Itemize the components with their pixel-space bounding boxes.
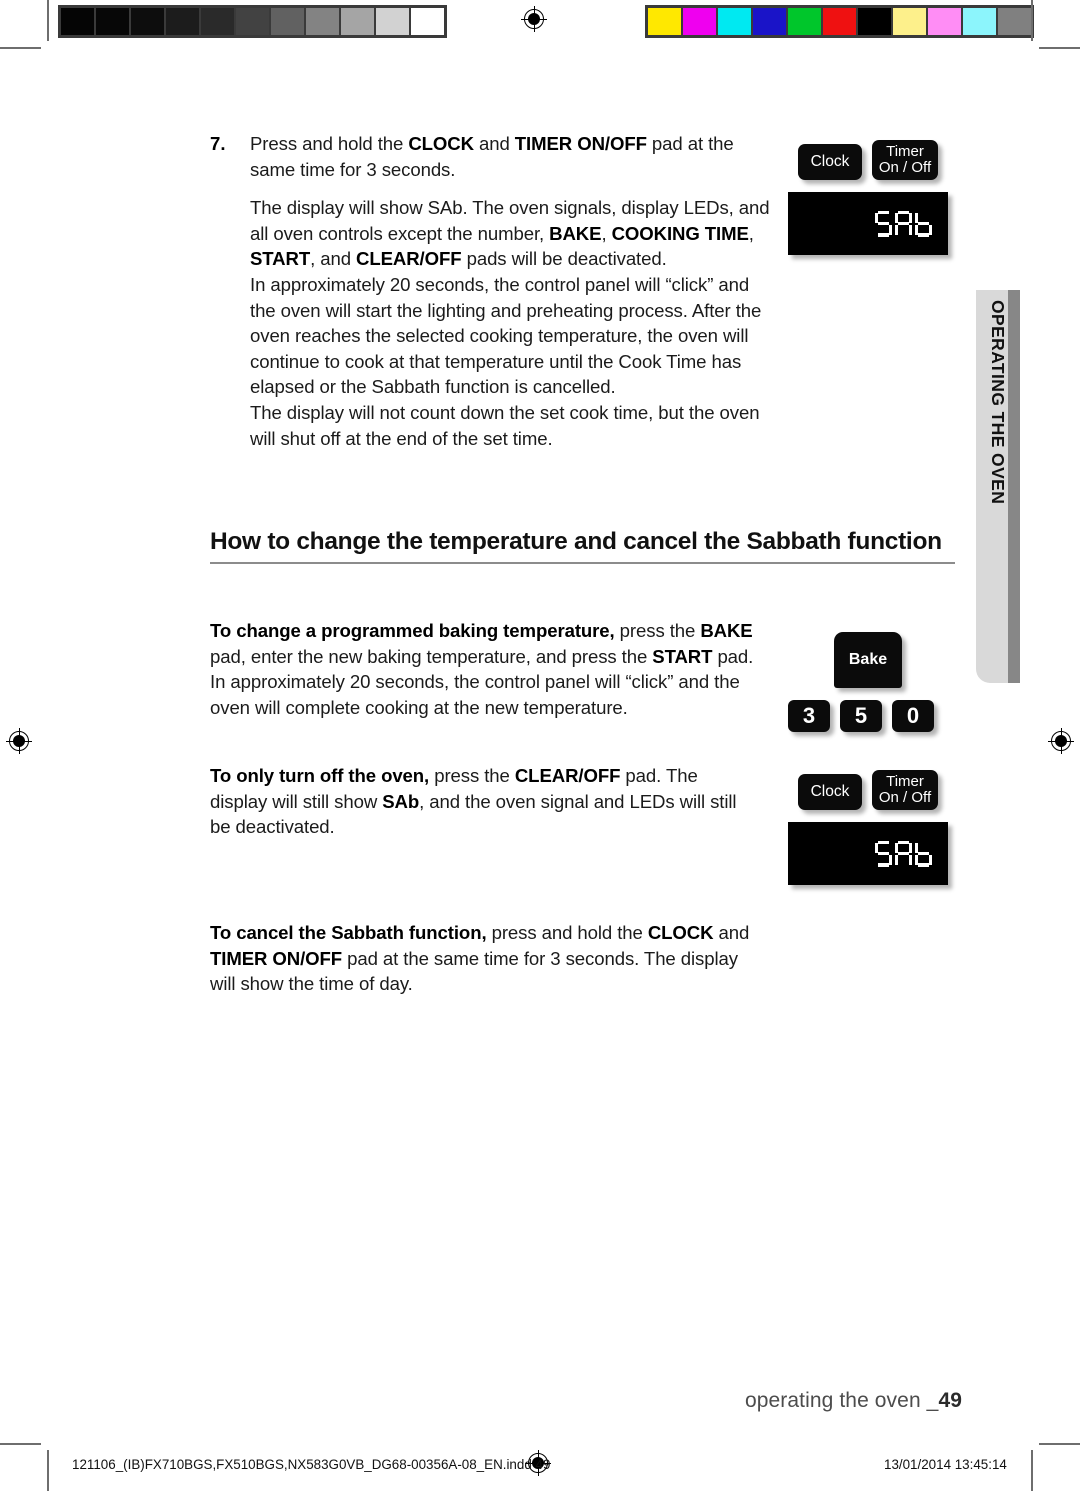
bake-pad[interactable]: Bake	[834, 632, 902, 688]
section-heading: How to change the temperature and cancel…	[210, 526, 955, 565]
section-tab: OPERATING THE OVEN	[976, 290, 1020, 683]
section-tab-label: OPERATING THE OVEN	[988, 300, 1009, 505]
calibration-swatch	[306, 8, 339, 35]
calibration-swatch	[998, 8, 1031, 35]
crop-mark	[1031, 1450, 1033, 1491]
crop-mark	[0, 1443, 41, 1445]
step-paragraph: The display will not count down the set …	[250, 401, 760, 449]
crop-mark	[1039, 1443, 1080, 1445]
registration-mark-icon	[521, 6, 547, 32]
calibration-swatch	[376, 8, 409, 35]
crop-mark	[47, 0, 49, 41]
illustration-bake-numbers: Bake 3 5 0	[788, 632, 963, 742]
registration-mark-icon	[1048, 728, 1074, 754]
calibration-swatch	[166, 8, 199, 35]
timer-on-off-pad[interactable]: Timer On / Off	[872, 770, 938, 810]
number-pad-5[interactable]: 5	[840, 700, 882, 732]
step-paragraph: Press and hold the CLOCK and TIMER ON/OF…	[250, 133, 734, 180]
calibration-swatch	[131, 8, 164, 35]
timer-pad-line-1: Timer	[886, 772, 924, 790]
crop-mark	[1039, 47, 1080, 49]
number-pad-3[interactable]: 3	[788, 700, 830, 732]
seven-segment-digit	[915, 841, 932, 867]
crop-mark	[1031, 0, 1033, 41]
numbered-step-7: 7. Press and hold the CLOCK and TIMER ON…	[210, 131, 770, 451]
calibration-swatch	[236, 8, 269, 35]
crop-mark	[0, 47, 41, 49]
calibration-swatch	[788, 8, 821, 35]
timer-pad-line-1: Timer	[886, 142, 924, 160]
seven-segment-digit	[875, 210, 892, 237]
oven-display-panel	[788, 192, 948, 255]
heading-divider	[210, 562, 955, 565]
print-timestamp: 13/01/2014 13:45:14	[884, 1457, 1007, 1472]
seven-segment-readout	[875, 210, 932, 237]
seven-segment-readout	[875, 840, 932, 867]
page-number: 49	[938, 1389, 962, 1412]
clock-pad[interactable]: Clock	[798, 774, 862, 810]
calibration-swatch	[683, 8, 716, 35]
page-title: How to change the temperature and cancel…	[210, 528, 942, 555]
illustration-clock-timer-display-2: Clock Timer On / Off	[788, 770, 963, 894]
step-number: 7.	[210, 133, 226, 154]
calibration-swatch	[61, 8, 94, 35]
timer-on-off-pad[interactable]: Timer On / Off	[872, 140, 938, 180]
clock-pad[interactable]: Clock	[798, 144, 862, 180]
timer-pad-line-2: On / Off	[878, 159, 932, 176]
step-paragraph: In approximately 20 seconds, the control…	[250, 273, 762, 398]
page-footer: operating the oven _49	[745, 1389, 962, 1413]
timer-pad-line-2: On / Off	[878, 789, 932, 806]
paragraph-change-temperature: To change a programmed baking temperatur…	[210, 620, 754, 718]
calibration-swatch	[648, 8, 681, 35]
seven-segment-digit	[895, 840, 912, 867]
calibration-swatch	[823, 8, 856, 35]
paragraph-turn-off-oven: To only turn off the oven, press the CLE…	[210, 765, 737, 838]
grayscale-calibration-bar	[58, 5, 447, 38]
crop-mark	[47, 1450, 49, 1491]
calibration-swatch	[893, 8, 926, 35]
calibration-swatch	[718, 8, 751, 35]
registration-mark-icon	[6, 728, 32, 754]
step-paragraph: The display will show SAb. The oven sign…	[250, 197, 770, 270]
seven-segment-digit	[875, 840, 892, 867]
oven-display-panel	[788, 822, 948, 885]
calibration-swatch	[411, 8, 444, 35]
illustration-clock-timer-display: Clock Timer On / Off	[788, 140, 963, 264]
seven-segment-digit	[895, 210, 912, 237]
paragraph-cancel-sabbath: To cancel the Sabbath function, press an…	[210, 922, 750, 995]
footer-label: operating the oven _	[744, 1389, 939, 1412]
calibration-swatch	[271, 8, 304, 35]
color-calibration-bar	[645, 5, 1034, 38]
seven-segment-digit	[915, 211, 932, 237]
calibration-swatch	[928, 8, 961, 35]
calibration-swatch	[201, 8, 234, 35]
print-slug: 121106_(IB)FX710BGS,FX510BGS,NX583G0VB_D…	[72, 1457, 551, 1472]
calibration-swatch	[858, 8, 891, 35]
calibration-swatch	[96, 8, 129, 35]
calibration-swatch	[753, 8, 786, 35]
calibration-swatch	[963, 8, 996, 35]
calibration-swatch	[341, 8, 374, 35]
number-pad-0[interactable]: 0	[892, 700, 934, 732]
manual-page: 7. Press and hold the CLOCK and TIMER ON…	[0, 0, 1080, 1491]
